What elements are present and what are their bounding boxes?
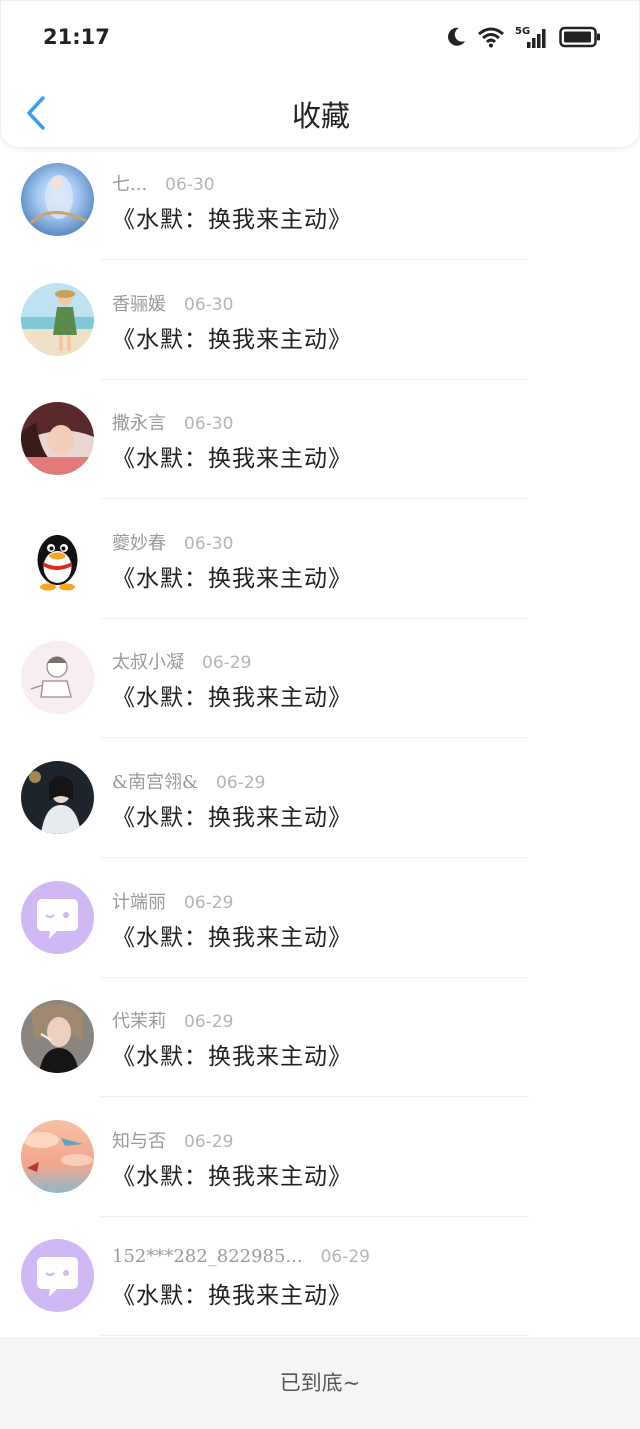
- post-title[interactable]: 《水默：换我来主动》: [112, 320, 352, 354]
- avatar[interactable]: [21, 163, 94, 236]
- avatar[interactable]: [21, 641, 94, 715]
- post-title[interactable]: 《水默：换我来主动》: [112, 1157, 352, 1191]
- signal-5g-icon: 5G: [515, 26, 546, 48]
- item-meta: 香骊媛 06-30: [112, 290, 233, 316]
- user-name[interactable]: 撒永言: [112, 409, 166, 435]
- item-meta: 撒永言 06-30: [112, 409, 233, 435]
- divider: [100, 259, 530, 260]
- post-title[interactable]: 《水默：换我来主动》: [112, 200, 352, 234]
- favorite-date: 06-30: [165, 175, 215, 195]
- divider: [100, 976, 530, 978]
- divider: [100, 1215, 530, 1217]
- user-name[interactable]: &南宫翎&: [112, 768, 198, 794]
- avatar[interactable]: [21, 402, 94, 476]
- favorite-date: 06-30: [184, 533, 234, 554]
- post-title[interactable]: 《水默：换我来主动》: [112, 918, 352, 952]
- favorite-date: 06-30: [184, 414, 234, 435]
- item-meta: &南宫翎& 06-29: [112, 768, 265, 794]
- item-meta: 代茉莉 06-29: [112, 1007, 233, 1033]
- post-title[interactable]: 《水默：换我来主动》: [112, 1276, 352, 1310]
- post-title[interactable]: 《水默：换我来主动》: [112, 1037, 352, 1071]
- end-of-list-footer: 已到底~: [0, 1337, 640, 1429]
- user-name[interactable]: 夔妙春: [112, 529, 166, 555]
- nav-bar: 收藏: [1, 81, 640, 145]
- avatar[interactable]: [21, 1239, 94, 1313]
- list-item[interactable]: 知与否 06-29 《水默：换我来主动》: [0, 1105, 640, 1225]
- wifi-icon: [478, 27, 504, 48]
- favorites-list: 七... 06-30 《水默：换我来主动》 香骊媛 06-30 《水默：换我来主动》 撒永言…: [0, 148, 640, 1344]
- favorite-date: 06-29: [184, 1012, 234, 1033]
- item-meta: 夔妙春 06-30: [112, 529, 233, 555]
- item-meta: 七... 06-30: [112, 170, 215, 196]
- favorite-date: 06-29: [216, 772, 266, 793]
- user-name[interactable]: 代茉莉: [112, 1007, 166, 1033]
- user-name[interactable]: 知与否: [112, 1127, 166, 1153]
- list-item[interactable]: 香骊媛 06-30 《水默：换我来主动》: [0, 268, 640, 388]
- post-title[interactable]: 《水默：换我来主动》: [112, 678, 352, 712]
- divider: [100, 378, 530, 380]
- post-title[interactable]: 《水默：换我来主动》: [112, 798, 352, 832]
- avatar[interactable]: [21, 282, 94, 356]
- avatar[interactable]: [21, 760, 94, 834]
- item-meta: 太叔小凝 06-29: [112, 648, 251, 674]
- avatar[interactable]: [21, 1119, 94, 1193]
- favorite-date: 06-29: [202, 653, 252, 674]
- post-title[interactable]: 《水默：换我来主动》: [112, 559, 352, 593]
- list-item[interactable]: &南宫翎& 06-29 《水默：换我来主动》: [0, 746, 640, 866]
- moon-icon: [448, 27, 465, 46]
- header-bar: 21:17 5G 收藏: [0, 0, 640, 148]
- favorite-date: 06-29: [320, 1247, 370, 1268]
- user-name[interactable]: 香骊媛: [112, 290, 166, 316]
- user-name[interactable]: 太叔小凝: [112, 648, 184, 674]
- list-item[interactable]: 七... 06-30 《水默：换我来主动》: [0, 148, 640, 268]
- list-item[interactable]: 撒永言 06-30 《水默：换我来主动》: [0, 387, 640, 507]
- divider: [100, 1096, 530, 1098]
- avatar[interactable]: [21, 1000, 94, 1074]
- favorite-date: 06-29: [184, 1131, 234, 1152]
- favorite-date: 06-29: [184, 892, 234, 913]
- favorite-date: 06-30: [184, 294, 234, 315]
- divider: [100, 737, 530, 739]
- divider: [100, 617, 530, 619]
- item-meta: 152***282_822985... 06-29: [112, 1246, 370, 1267]
- page-title: 收藏: [291, 99, 350, 133]
- avatar[interactable]: [21, 521, 94, 595]
- network-label: 5G: [515, 26, 530, 37]
- post-title[interactable]: 《水默：换我来主动》: [112, 439, 352, 473]
- user-name[interactable]: 152***282_822985...: [112, 1246, 303, 1267]
- divider: [100, 856, 530, 858]
- user-name[interactable]: 计端丽: [112, 888, 166, 914]
- status-bar: 21:17 5G: [1, 1, 640, 73]
- divider: [100, 498, 530, 500]
- user-name[interactable]: 七...: [112, 170, 147, 196]
- list-item[interactable]: 代茉莉 06-29 《水默：换我来主动》: [0, 985, 640, 1105]
- item-meta: 计端丽 06-29: [112, 888, 233, 914]
- list-item[interactable]: 计端丽 06-29 《水默：换我来主动》: [0, 866, 640, 986]
- list-item[interactable]: 152***282_822985... 06-29 《水默：换我来主动》: [0, 1224, 640, 1344]
- battery-icon: [559, 26, 600, 48]
- status-icons: 5G: [445, 23, 601, 51]
- list-item[interactable]: 太叔小凝 06-29 《水默：换我来主动》: [0, 626, 640, 746]
- status-time: 21:17: [43, 25, 110, 49]
- avatar[interactable]: [21, 880, 94, 954]
- list-item[interactable]: 夔妙春 06-30 《水默：换我来主动》: [0, 507, 640, 627]
- item-meta: 知与否 06-29: [112, 1127, 233, 1153]
